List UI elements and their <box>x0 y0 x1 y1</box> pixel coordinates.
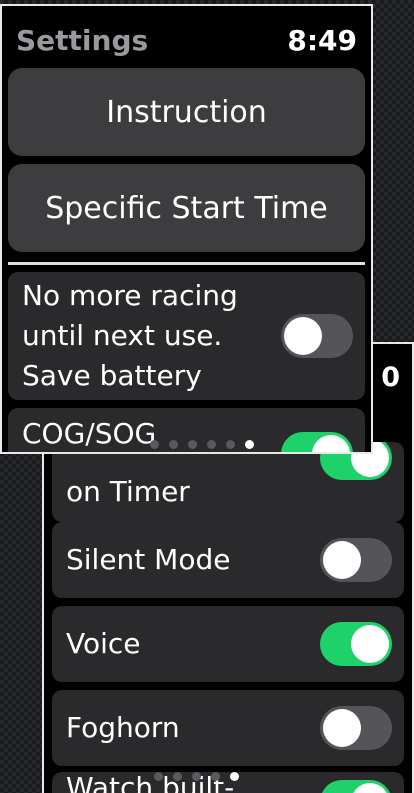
page-dot <box>207 440 216 449</box>
silent-mode-toggle[interactable] <box>320 538 392 582</box>
on-timer-row: on Timer <box>52 442 404 522</box>
page-dot <box>211 772 220 781</box>
page-dot <box>192 772 201 781</box>
clock-fragment: 0 <box>381 362 400 393</box>
watch-built-toggle[interactable] <box>320 780 392 793</box>
on-timer-label: on Timer <box>66 475 190 508</box>
voice-toggle[interactable] <box>320 622 392 666</box>
page-dot <box>173 772 182 781</box>
page-dot <box>150 440 159 449</box>
foghorn-row: Foghorn <box>52 690 404 766</box>
cog-sog-toggle[interactable] <box>281 432 353 452</box>
toggle-knob <box>323 709 361 747</box>
foghorn-toggle[interactable] <box>320 706 392 750</box>
toggle-knob <box>312 435 350 452</box>
page-indicator <box>150 440 254 449</box>
instruction-button[interactable]: Instruction <box>8 68 365 156</box>
clock: 8:49 <box>287 23 357 57</box>
watch-screen-front: Settings 8:49 Instruction Specific Start… <box>0 4 373 454</box>
toggle-knob <box>284 317 322 355</box>
save-battery-toggle[interactable] <box>281 314 353 358</box>
page-dot-active <box>230 772 239 781</box>
page-dot <box>154 772 163 781</box>
save-battery-row: No more racing until next use. Save batt… <box>8 272 365 400</box>
silent-mode-row: Silent Mode <box>52 522 404 598</box>
page-title[interactable]: Settings <box>16 24 148 57</box>
save-battery-label: No more racing until next use. Save batt… <box>22 279 238 392</box>
toggle-knob <box>351 625 389 663</box>
page-dot <box>226 440 235 449</box>
cog-sog-label: COG/SOG <box>22 417 157 450</box>
voice-row: Voice <box>52 606 404 682</box>
toggle-knob <box>351 783 389 793</box>
page-dot <box>188 440 197 449</box>
divider <box>8 262 365 265</box>
specific-start-time-button[interactable]: Specific Start Time <box>8 164 365 252</box>
page-indicator <box>154 772 239 781</box>
foghorn-label: Foghorn <box>66 711 180 744</box>
page-dot <box>169 440 178 449</box>
silent-mode-label: Silent Mode <box>66 543 231 576</box>
status-bar: Settings 8:49 <box>16 20 357 60</box>
voice-label: Voice <box>66 627 141 660</box>
toggle-knob <box>323 541 361 579</box>
page-dot-active <box>245 440 254 449</box>
